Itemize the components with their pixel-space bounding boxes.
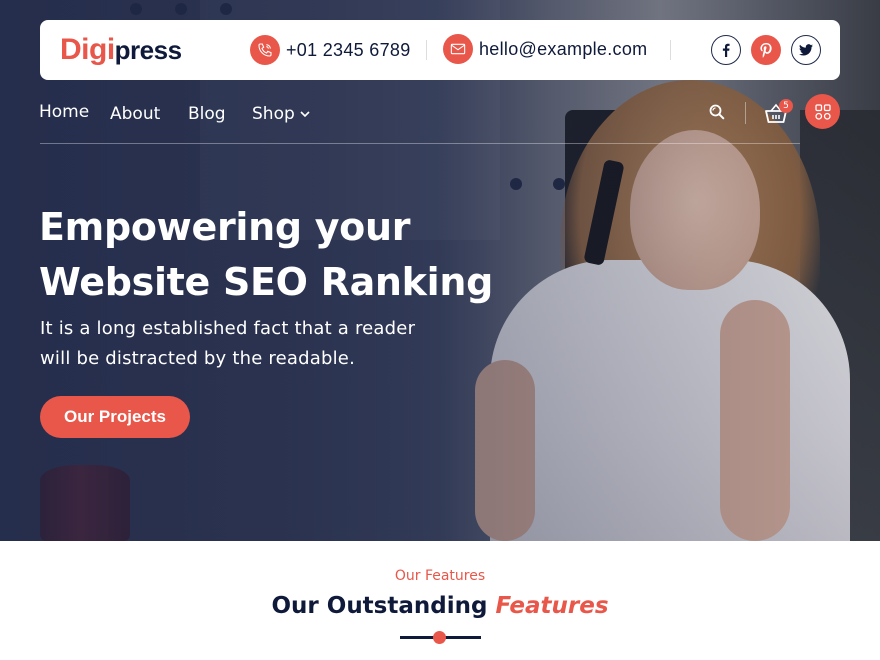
nav-blog[interactable]: Blog bbox=[188, 104, 226, 124]
facebook-icon bbox=[722, 43, 730, 57]
nav-shop[interactable]: Shop bbox=[252, 104, 310, 124]
nav-about[interactable]: About bbox=[110, 104, 160, 124]
phone-number: +01 2345 6789 bbox=[286, 39, 411, 60]
logo-part-1: Digi bbox=[60, 33, 115, 66]
logo-part-2: press bbox=[114, 35, 182, 65]
social-links bbox=[711, 35, 821, 65]
cart-count-badge: 5 bbox=[779, 99, 793, 113]
search-icon bbox=[709, 104, 725, 120]
features-title: Our Outstanding Features bbox=[0, 593, 880, 619]
hero-subtitle-line-2: will be distracted by the readable. bbox=[40, 348, 355, 369]
twitter-icon bbox=[799, 44, 813, 56]
phone-icon bbox=[250, 35, 280, 65]
features-title-plain: Our Outstanding bbox=[271, 593, 488, 619]
features-section: Our Features Our Outstanding Features bbox=[0, 541, 880, 660]
phone-contact[interactable]: +01 2345 6789 bbox=[250, 35, 411, 65]
nav-shop-label: Shop bbox=[252, 104, 295, 124]
divider bbox=[426, 40, 427, 60]
mail-icon bbox=[443, 34, 473, 64]
features-title-accent: Features bbox=[495, 593, 609, 619]
hero-subtitle: It is a long established fact that a rea… bbox=[40, 314, 480, 374]
cart-button[interactable]: 5 bbox=[764, 99, 793, 126]
hero-title: Empowering your Website SEO Ranking bbox=[39, 200, 493, 310]
features-divider-dot bbox=[433, 631, 446, 644]
hero-title-line-1: Empowering your bbox=[39, 205, 411, 249]
menu-button[interactable] bbox=[805, 94, 840, 129]
features-kicker: Our Features bbox=[394, 568, 486, 584]
twitter-button[interactable] bbox=[791, 35, 821, 65]
nav-home[interactable]: Home bbox=[39, 102, 89, 122]
grid-menu-icon bbox=[814, 103, 831, 120]
pinterest-icon bbox=[760, 42, 772, 58]
search-button[interactable] bbox=[709, 104, 725, 125]
our-projects-button[interactable]: Our Projects bbox=[40, 396, 190, 438]
facebook-button[interactable] bbox=[711, 35, 741, 65]
divider bbox=[745, 102, 746, 124]
email-address: hello@example.com bbox=[479, 38, 648, 59]
nav-divider-line bbox=[40, 143, 800, 144]
email-contact[interactable]: hello@example.com bbox=[443, 34, 647, 64]
logo[interactable]: Digipress bbox=[60, 32, 182, 68]
hero-title-line-2: Website SEO Ranking bbox=[39, 260, 494, 304]
divider bbox=[670, 40, 671, 60]
pinterest-button[interactable] bbox=[751, 35, 781, 65]
chevron-down-icon bbox=[300, 110, 310, 117]
hero-subtitle-line-1: It is a long established fact that a rea… bbox=[40, 318, 416, 339]
top-bar: Digipress +01 2345 6789 hello@example.co… bbox=[40, 20, 840, 80]
